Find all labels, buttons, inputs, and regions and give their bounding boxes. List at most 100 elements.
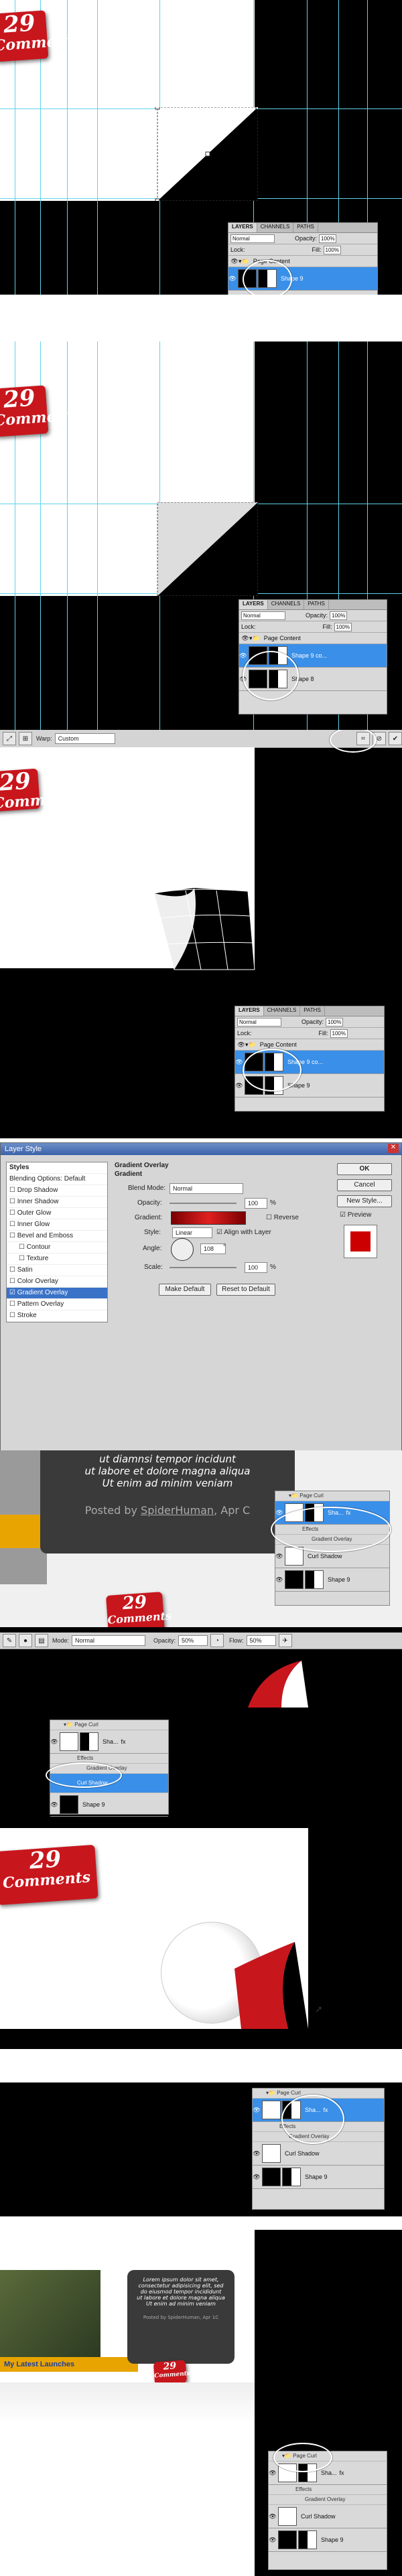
eye-icon[interactable]: 👁 [228, 275, 237, 283]
scale-field[interactable]: 100 [245, 1262, 267, 1273]
brush-tool-icon[interactable]: ✎ [3, 1634, 16, 1647]
layer-row[interactable]: 👁 Curl Shadow [253, 2142, 384, 2166]
fill-field[interactable]: 100% [323, 245, 341, 254]
effect-gradient-overlay[interactable]: Gradient Overlay [269, 2495, 387, 2505]
tab-channels[interactable]: CHANNELS [257, 223, 294, 232]
tab-layers[interactable]: LAYERS [239, 600, 268, 609]
transform-icon[interactable]: ⤢ [3, 732, 16, 745]
angle-dial[interactable] [171, 1238, 194, 1261]
fx-icon[interactable]: fx [340, 2470, 344, 2476]
opacity-field[interactable]: 100% [326, 1017, 344, 1027]
layer-row[interactable]: 👁 Sha... fx [50, 1730, 168, 1754]
dialog-close-icon[interactable]: ✕ [388, 1144, 399, 1153]
layer-row[interactable]: 👁 Shape 9 [50, 1793, 168, 1817]
eye-icon[interactable]: 👁 [50, 1801, 58, 1809]
eye-icon[interactable]: 👁 [241, 635, 249, 642]
opacity-field[interactable]: 100% [319, 234, 337, 243]
eye-icon[interactable]: 👁 [253, 2174, 261, 2181]
warp-style-select[interactable]: Custom [54, 733, 115, 744]
new-style-button[interactable]: New Style... [337, 1195, 392, 1207]
tab-channels[interactable]: CHANNELS [268, 600, 305, 609]
group-row[interactable]: ▾📁 Page Curl [50, 1720, 168, 1730]
triangle-shape[interactable] [151, 502, 258, 596]
effects-row[interactable]: Effects [269, 2485, 387, 2495]
eye-icon[interactable]: 👁 [269, 2513, 277, 2520]
style-item[interactable]: ☐ Inner Shadow [7, 1197, 107, 1208]
eye-icon[interactable]: 👁 [237, 1041, 245, 1049]
reverse-checkbox[interactable]: ☐ Reverse [266, 1214, 299, 1221]
style-item[interactable]: ☐ Stroke [7, 1310, 107, 1322]
style-item[interactable]: Styles [7, 1162, 107, 1174]
opacity-field[interactable]: 50% [178, 1635, 208, 1646]
effects-row[interactable]: Effects [50, 1754, 168, 1764]
blend-mode-select[interactable]: Normal [237, 1017, 281, 1027]
tab-layers[interactable]: LAYERS [228, 223, 257, 232]
mode-select[interactable]: Normal [72, 1635, 146, 1646]
eye-icon[interactable]: 👁 [239, 652, 247, 660]
layer-row[interactable]: 👁 Shape 9 [253, 2166, 384, 2189]
eye-icon[interactable]: 👁 [50, 1738, 58, 1746]
group-row[interactable]: 👁 ▾📁 Page Content [239, 633, 387, 644]
eye-icon[interactable]: 👁 [235, 1059, 243, 1066]
fill-field[interactable]: 100% [334, 622, 352, 631]
blend-mode-select[interactable]: Normal [170, 1183, 243, 1194]
brush-preset-icon[interactable]: ● [19, 1634, 32, 1647]
style-item[interactable]: Blending Options: Default [7, 1174, 107, 1185]
eye-icon[interactable]: 👁 [253, 2107, 261, 2114]
align-checkbox[interactable]: ☑ Align with Layer [216, 1229, 271, 1236]
pressure-opacity-icon[interactable]: ◔ [210, 1634, 224, 1647]
tab-paths[interactable]: PATHS [293, 223, 318, 232]
eye-icon[interactable]: 👁 [253, 2150, 261, 2157]
fill-field[interactable]: 100% [330, 1029, 348, 1038]
eye-icon[interactable]: 👁 [230, 258, 239, 265]
brush-panel-icon[interactable]: ▤ [35, 1634, 48, 1647]
opacity-field[interactable]: 100% [330, 611, 348, 620]
style-item[interactable]: ☐ Inner Glow [7, 1219, 107, 1231]
angle-field[interactable]: 108 [200, 1243, 226, 1254]
author-link[interactable]: SpiderHuman [141, 1504, 214, 1517]
tab-paths[interactable]: PATHS [304, 600, 329, 609]
style-item[interactable]: ☐ Satin [7, 1265, 107, 1276]
scale-slider[interactable] [170, 1267, 237, 1268]
blend-mode-select[interactable]: Normal [241, 611, 285, 620]
flow-field[interactable]: 50% [246, 1635, 276, 1646]
style-item[interactable]: ☐ Drop Shadow [7, 1185, 107, 1197]
eye-icon[interactable]: 👁 [275, 1553, 283, 1560]
group-row[interactable]: ▾📁 Page Curl [275, 1491, 389, 1501]
ok-button[interactable]: OK [337, 1163, 392, 1175]
group-row[interactable]: 👁 ▾📁 Page Content [235, 1039, 384, 1051]
style-item[interactable]: ☐ Color Overlay [7, 1276, 107, 1288]
layer-row[interactable]: 👁 Curl Shadow [269, 2505, 387, 2528]
layer-row[interactable]: 👁 Shape 9 [275, 1568, 389, 1592]
fx-icon[interactable]: fx [121, 1738, 126, 1745]
eye-icon[interactable]: 👁 [235, 1082, 243, 1089]
preview-checkbox[interactable]: ☑ Preview [340, 1211, 371, 1219]
tab-layers[interactable]: LAYERS [235, 1006, 264, 1016]
eye-icon[interactable]: 👁 [269, 2470, 277, 2477]
gradient-swatch[interactable] [171, 1211, 246, 1225]
warp-mesh[interactable] [147, 888, 261, 971]
style-item[interactable]: ☐ Outer Glow [7, 1208, 107, 1219]
triangle-shape[interactable] [151, 107, 258, 201]
airbrush-icon[interactable]: ✈ [278, 1634, 292, 1647]
style-item-selected[interactable]: ☑ Gradient Overlay [7, 1288, 107, 1299]
layer-row[interactable]: 👁 Shape 9 [269, 2528, 387, 2552]
opacity-slider[interactable] [170, 1203, 237, 1204]
style-item[interactable]: ☐ Bevel and Emboss [7, 1231, 107, 1242]
blend-mode-select[interactable]: Normal [230, 234, 275, 243]
highlight-circle [330, 730, 377, 753]
style-item[interactable]: ☐ Texture [7, 1254, 107, 1265]
reset-default-button[interactable]: Reset to Default [216, 1284, 275, 1296]
make-default-button[interactable]: Make Default [159, 1284, 211, 1296]
eye-icon[interactable]: 👁 [275, 1576, 283, 1584]
style-item[interactable]: ☐ Contour [7, 1242, 107, 1254]
cancel-button[interactable]: Cancel [337, 1179, 392, 1191]
warp-toggle-icon[interactable]: ⊞ [19, 732, 32, 745]
tab-channels[interactable]: CHANNELS [264, 1006, 301, 1016]
commit-icon[interactable]: ✔ [389, 732, 402, 745]
eye-icon[interactable]: 👁 [269, 2536, 277, 2544]
opacity-field[interactable]: 100 [245, 1198, 267, 1209]
tab-paths[interactable]: PATHS [300, 1006, 325, 1016]
gradient-style-select[interactable]: Linear [172, 1227, 212, 1238]
style-item[interactable]: ☐ Pattern Overlay [7, 1299, 107, 1310]
